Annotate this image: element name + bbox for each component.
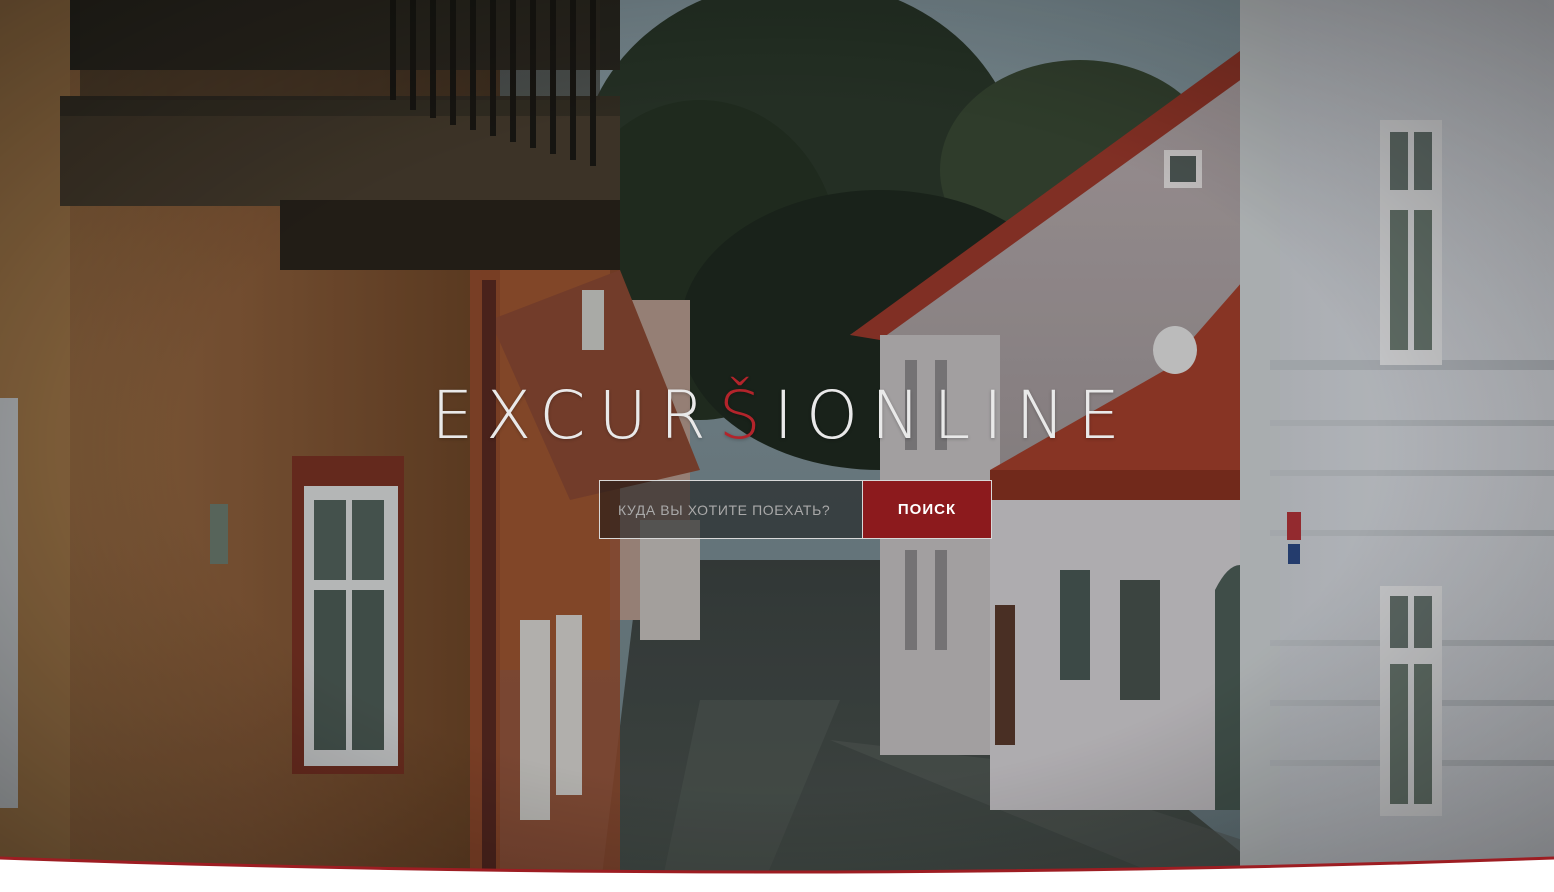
logo-text-start: EXCUR	[431, 377, 719, 454]
hero-section: EXCURŠIONLINE ПОИСК	[0, 0, 1554, 892]
hero-bottom-divider	[0, 856, 1554, 892]
search-form: ПОИСК	[599, 480, 992, 539]
search-button[interactable]: ПОИСК	[862, 480, 992, 539]
site-logo[interactable]: EXCURŠIONLINE	[0, 378, 1554, 454]
logo-accent-letter: Š	[718, 377, 774, 454]
search-input[interactable]	[599, 480, 862, 539]
logo-text-end: IONLINE	[773, 377, 1133, 454]
